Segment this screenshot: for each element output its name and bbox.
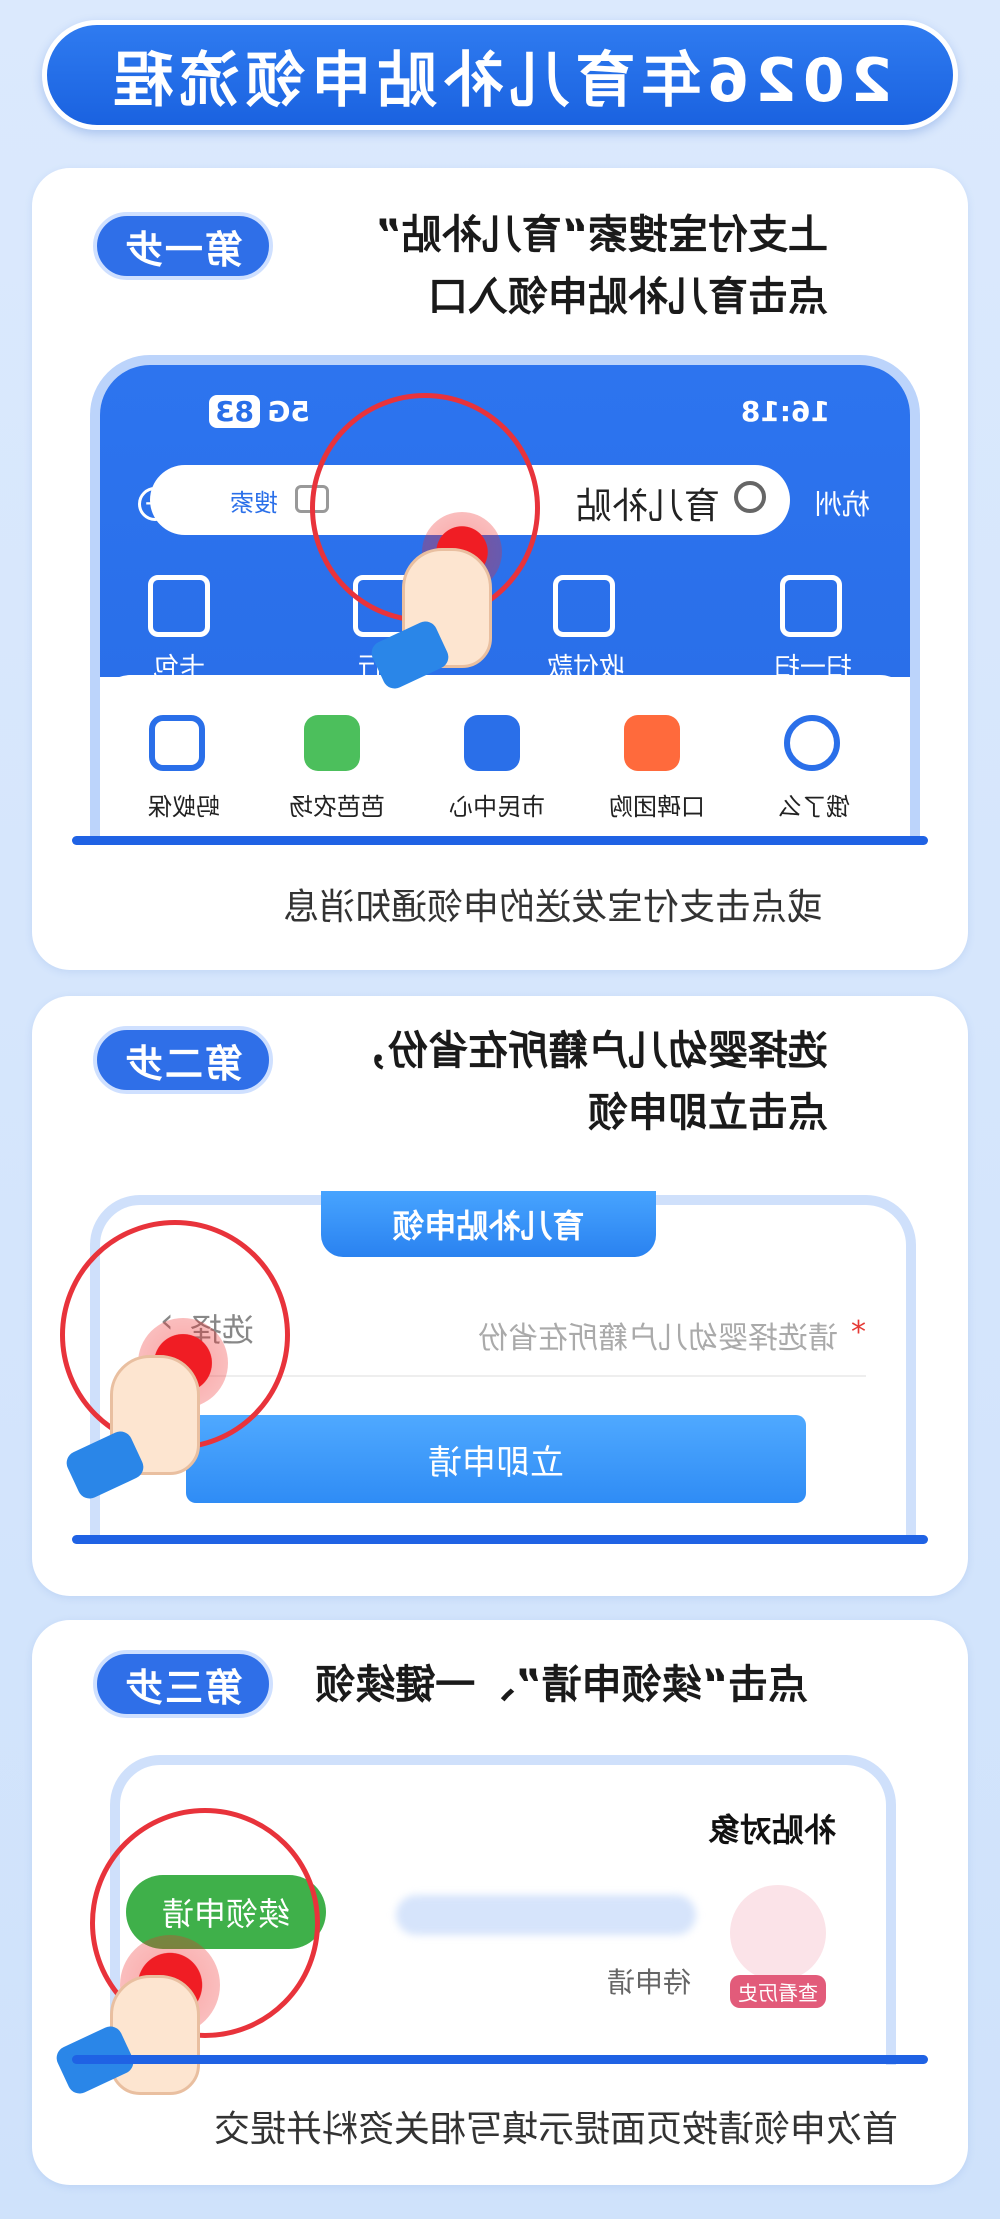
search-icon — [734, 481, 766, 513]
eleme-icon[interactable] — [784, 715, 840, 771]
status-time: 16:18 — [740, 395, 830, 428]
step1-text: 上支付宝搜索“育儿补贴” 点击育儿补贴申领入口 — [375, 212, 828, 320]
province-field[interactable]: 请选择婴幼儿户籍所在省份 — [478, 1313, 838, 1357]
divider-line — [72, 2055, 928, 2064]
blurred-name — [396, 1895, 696, 1935]
wallet-icon[interactable] — [148, 575, 210, 637]
status-signal: 5G — [267, 395, 310, 428]
step3-badge: 第三步 — [93, 1650, 273, 1718]
required-mark: * — [851, 1315, 866, 1350]
app-grid: 饿了么 口碑团购 市民中心 芭芭农场 蚂蚁保 — [100, 675, 910, 845]
search-button[interactable]: 搜索 — [230, 483, 278, 518]
app-label: 饿了么 — [778, 793, 850, 821]
mirrored-canvas: 2026年育儿补贴申领流程 第一步 上支付宝搜索“育儿补贴” 点击育儿补贴申领入… — [0, 0, 1000, 2219]
apply-now-button[interactable]: 立即申请 — [186, 1415, 806, 1503]
scan-icon[interactable] — [780, 575, 842, 637]
view-history-link[interactable]: 查看历史 — [730, 1975, 826, 2008]
title-banner: 2026年育儿补贴申领流程 — [42, 20, 958, 130]
step2-badge: 第二步 — [93, 1026, 273, 1094]
koubei-icon[interactable] — [624, 715, 680, 771]
app-label: 蚂蚁保 — [148, 793, 220, 821]
pointing-hand-icon — [110, 1975, 200, 2095]
app-label: 市民中心 — [449, 793, 545, 821]
app-label: 芭芭农场 — [289, 793, 385, 821]
subsidy-target-heading: 补贴对象 — [707, 1811, 836, 1849]
step1-badge: 第一步 — [93, 212, 273, 280]
add-icon[interactable]: + — [138, 486, 172, 521]
step3-text: 点击“续领申请”、一键续领 — [315, 1662, 808, 1708]
step2-text: 选择婴幼儿户籍所在省份， 点击立即申领 — [348, 1028, 828, 1136]
citizen-icon[interactable] — [464, 715, 520, 771]
step1-caption: 或点击支付宝发送的申领通知消息 — [282, 887, 823, 928]
city-selector[interactable]: 杭州 — [814, 483, 870, 523]
step3-caption: 首次申领请按页面提示填写相关资料并提交 — [213, 2109, 898, 2150]
form-tab: 育儿补贴申领 — [321, 1191, 656, 1257]
status-text: 待申请 — [606, 1966, 691, 1999]
app-label: 口碑团购 — [609, 793, 705, 821]
search-query: 育儿补贴 — [575, 486, 720, 527]
page-title: 2026年育儿补贴申领流程 — [107, 45, 893, 116]
farm-icon[interactable] — [304, 715, 360, 771]
pay-icon[interactable] — [553, 575, 615, 637]
avatar — [730, 1885, 826, 1981]
status-battery: 83 — [209, 395, 260, 428]
divider-line — [72, 836, 928, 845]
insurance-icon[interactable] — [149, 715, 205, 771]
divider-line — [72, 1535, 928, 1544]
